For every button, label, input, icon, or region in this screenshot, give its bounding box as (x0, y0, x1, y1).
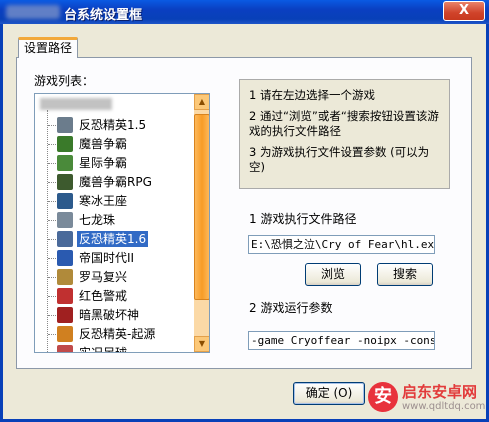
watermark: 安 启东安卓网 www.qdltdq.com (368, 380, 486, 418)
list-item[interactable]: 实况足球 (35, 344, 195, 353)
list-item-label: 魔兽争霸 (79, 137, 128, 151)
list-item-label: 七龙珠 (79, 213, 116, 227)
list-item[interactable]: 反恐精英1.6 (35, 230, 195, 249)
game-list-items: 反恐精英1.5 魔兽争霸星际争霸魔兽争霸RPG 寒冰王座七龙珠反恐精英1.6 帝国时代… (35, 116, 195, 353)
tree-branch (48, 163, 56, 164)
watermark-logo-icon: 安 (368, 382, 398, 412)
args-label: 2 游戏运行参数 (249, 301, 333, 315)
window-title: 台系统设置框 (64, 8, 143, 23)
tree-branch (48, 144, 56, 145)
redacted-list-item (40, 98, 112, 110)
warcraft-rpg-icon (57, 174, 73, 190)
list-item[interactable]: 红色警戒 (35, 287, 195, 306)
diablo-icon (57, 307, 73, 323)
list-item[interactable]: 魔兽争霸 (35, 135, 195, 154)
game-list[interactable]: 反恐精英1.5 魔兽争霸星际争霸魔兽争霸RPG 寒冰王座七龙珠反恐精英1.6 帝国时代… (34, 93, 210, 353)
list-item[interactable]: 帝国时代II (35, 249, 195, 268)
cs-source-icon (57, 326, 73, 342)
game-list-label: 游戏列表： (34, 74, 95, 88)
tree-branch (48, 239, 56, 240)
tree-branch (48, 277, 56, 278)
scroll-thumb[interactable] (194, 114, 209, 300)
list-item-label: 暗黑破坏神 (79, 308, 140, 322)
list-item[interactable]: 反恐精英-起源 (35, 325, 195, 344)
list-item-label: 寒冰王座 (79, 194, 128, 208)
scroll-up-icon[interactable]: ▲ (194, 94, 209, 110)
warcraft-icon (57, 136, 73, 152)
list-item-label: 实况足球 (79, 346, 128, 353)
cs16-icon (57, 231, 73, 247)
browse-button[interactable]: 浏览 (305, 263, 361, 286)
tree-branch (48, 182, 56, 183)
ok-button[interactable]: 确定 (O) (293, 382, 365, 405)
tree-branch (48, 315, 56, 316)
instruction-3: 3 为游戏执行文件设置参数 (可以为空) (249, 145, 430, 174)
watermark-text: 启东安卓网 (402, 383, 478, 401)
tree-branch (48, 296, 56, 297)
list-item-label: 罗马复兴 (79, 270, 128, 284)
tree-branch (48, 201, 56, 202)
list-item[interactable]: 星际争霸 (35, 154, 195, 173)
tree-branch (48, 334, 56, 335)
list-item[interactable]: 寒冰王座 (35, 192, 195, 211)
search-button[interactable]: 搜索 (377, 263, 433, 286)
scroll-down-icon[interactable]: ▼ (194, 336, 209, 352)
instruction-2: 2 通过“浏览”或者“搜索按钮设置该游戏的执行文件路径 (249, 109, 439, 138)
list-item-label: 魔兽争霸RPG (79, 175, 152, 189)
close-button[interactable]: X (443, 1, 485, 21)
list-item-label: 帝国时代II (79, 251, 135, 265)
tree-branch (48, 220, 56, 221)
aoe-icon (57, 250, 73, 266)
list-scrollbar[interactable]: ▲ ▼ (194, 94, 209, 352)
starcraft-icon (57, 155, 73, 171)
exe-path-field[interactable]: E:\恐惧之泣\Cry of Fear\hl.exe (248, 235, 435, 254)
tab-path-settings[interactable]: 设置路径 (18, 37, 78, 58)
watermark-url: www.qdltdq.com (402, 401, 486, 412)
list-item-label: 红色警戒 (79, 289, 128, 303)
args-field[interactable]: -game Cryoffear -noipx -console (248, 331, 435, 350)
list-item[interactable]: 暗黑破坏神 (35, 306, 195, 325)
tree-branch (48, 258, 56, 259)
list-item[interactable]: 反恐精英1.5 (35, 116, 195, 135)
list-item[interactable]: 魔兽争霸RPG (35, 173, 195, 192)
redacted-app-name (6, 5, 60, 19)
list-item-label: 星际争霸 (79, 156, 128, 170)
list-item-label: 反恐精英1.5 (79, 118, 147, 132)
rome-icon (57, 269, 73, 285)
cs-icon (57, 117, 73, 133)
instructions-box: 1 请在左边选择一个游戏 2 通过“浏览”或者“搜索按钮设置该游戏的执行文件路径… (239, 79, 450, 189)
red-alert-icon (57, 288, 73, 304)
frozen-throne-icon (57, 193, 73, 209)
instruction-1: 1 请在左边选择一个游戏 (249, 88, 375, 102)
list-item-label: 反恐精英-起源 (79, 327, 156, 341)
exe-path-label: 1 游戏执行文件路径 (249, 212, 357, 226)
dragonball-icon (57, 212, 73, 228)
soccer-icon (57, 345, 73, 352)
title-bar: 台系统设置框 X (0, 0, 489, 24)
list-item-label: 反恐精英1.6 (77, 231, 149, 247)
list-item[interactable]: 罗马复兴 (35, 268, 195, 287)
list-item[interactable]: 七龙珠 (35, 211, 195, 230)
tree-branch (48, 125, 56, 126)
window-frame-left (0, 24, 3, 422)
